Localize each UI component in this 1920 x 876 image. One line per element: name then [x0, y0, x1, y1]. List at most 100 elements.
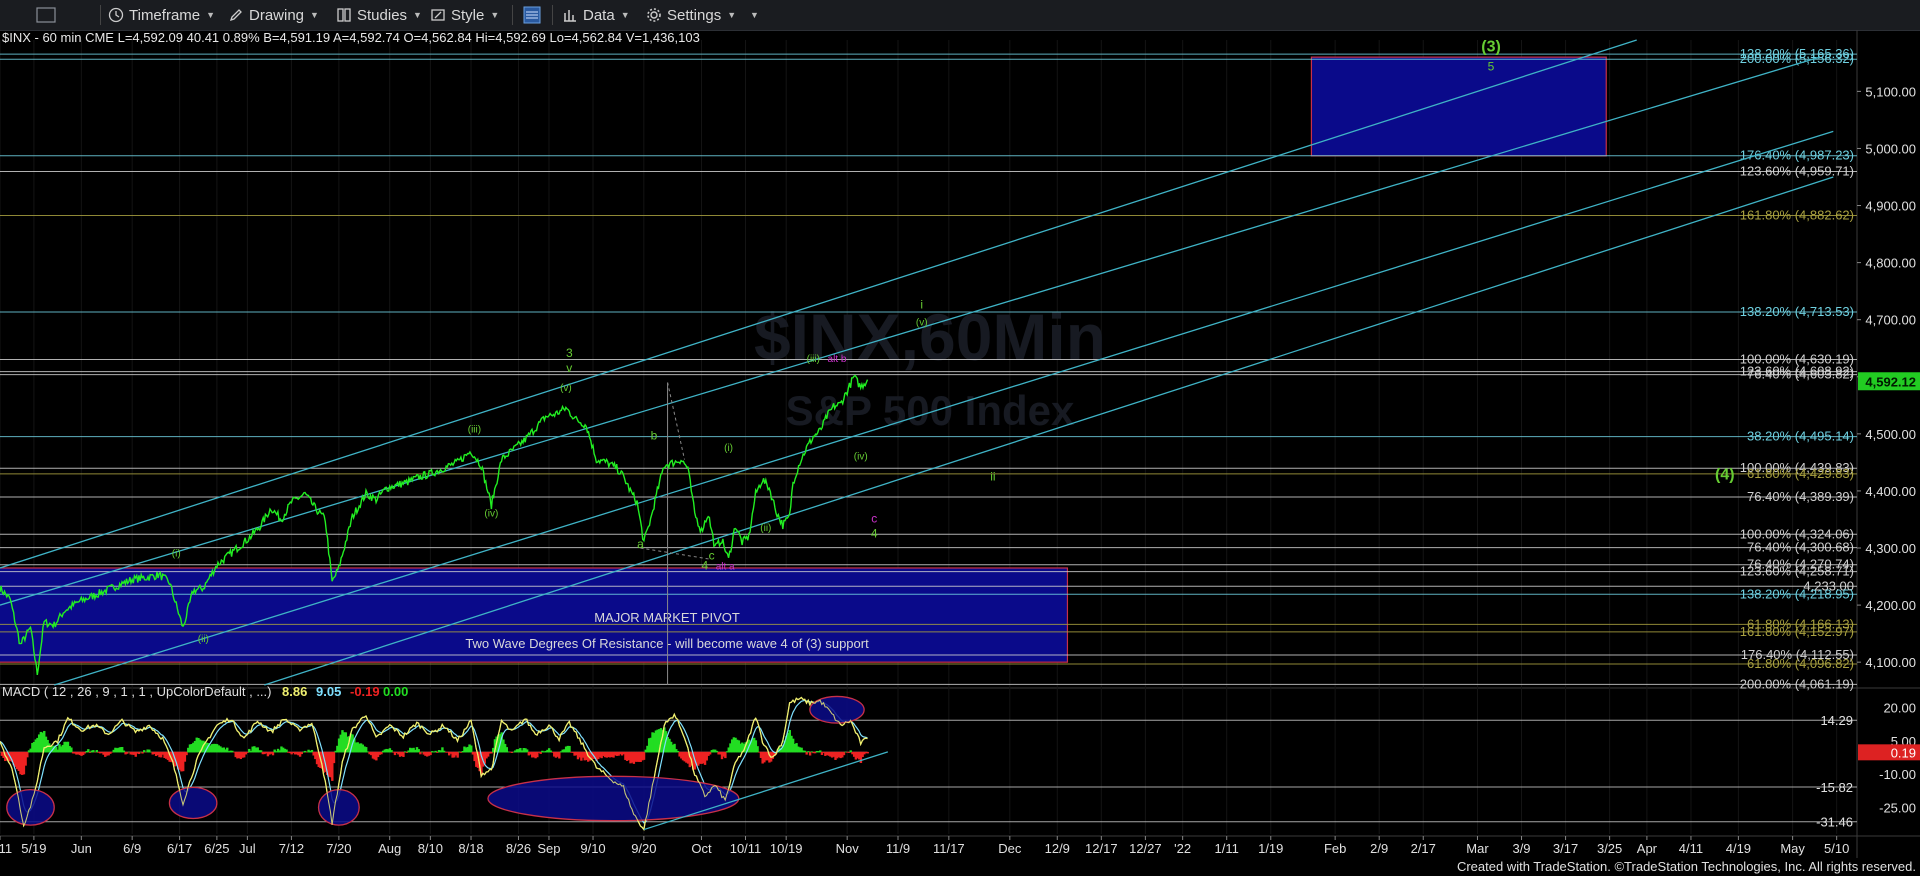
x-tick-label: 11/17	[933, 841, 965, 856]
wave-label: (ii)	[198, 634, 209, 645]
wave-label: c	[871, 511, 877, 525]
chart-canvas[interactable]: $INX,60Min S&P 500 Index MAJOR MARKET PI…	[0, 30, 1920, 858]
more-options-button[interactable]: ▼	[744, 4, 759, 26]
x-tick-label: Feb	[1324, 841, 1346, 856]
x-tick-label: 6/25	[204, 841, 229, 856]
drawing-label: Drawing	[249, 6, 305, 24]
fib-label: 138.20% (5,165.36)	[1740, 46, 1854, 61]
drawing-button[interactable]: Drawing ▼	[228, 4, 319, 26]
symbol-info-line: $INX - 60 min CME L=4,592.09 40.41 0.89%…	[2, 30, 700, 45]
macd-histogram-bar	[808, 751, 812, 756]
x-tick-label: 3/25	[1597, 841, 1622, 856]
chevron-down-icon: ▼	[206, 10, 216, 20]
macd-ref-label: -15.82	[1816, 780, 1853, 795]
macd-zero-value: 0.00	[383, 684, 408, 699]
y-tick-label: 4,400.00	[1865, 484, 1916, 499]
x-tick-label: 9/20	[631, 841, 656, 856]
x-tick-label: 10/11	[730, 841, 762, 856]
x-tick-label: 9/10	[580, 841, 605, 856]
macd-line	[0, 696, 868, 832]
footer-credit: Created with TradeStation. ©TradeStation…	[1456, 859, 1916, 874]
x-tick-label: 12/27	[1129, 841, 1162, 856]
x-tick-label: 10/19	[770, 841, 803, 856]
macd-histogram-bar	[70, 747, 73, 753]
wave-label: ii	[990, 470, 995, 484]
macd-histogram-bar	[456, 751, 459, 758]
wave-label: (v)	[916, 317, 928, 328]
x-tick-label: Dec	[998, 841, 1022, 856]
zone-label: MAJOR MARKET PIVOT	[594, 610, 740, 625]
fib-label: 76.40% (4,603.82)	[1747, 367, 1854, 382]
macd-histogram-bar	[417, 749, 420, 753]
x-tick-label: 3/9	[1512, 841, 1530, 856]
x-tick-label: Mar	[1466, 841, 1489, 856]
chevron-down-icon: ▼	[620, 10, 630, 20]
studies-label: Studies	[357, 6, 408, 24]
wave-label: (ii)	[760, 523, 771, 534]
x-tick-label: 6/9	[123, 841, 141, 856]
x-tick-label: Aug	[378, 841, 401, 856]
window-menu-icon[interactable]	[36, 4, 56, 26]
wave-label: 5	[1488, 59, 1495, 73]
wave-label: (iv)	[484, 509, 498, 520]
macd-histogram-bar	[505, 747, 509, 753]
y-tick-label: 4,700.00	[1865, 313, 1916, 328]
wave-label: b	[651, 429, 658, 443]
macd-y-tick-label: -25.00	[1879, 800, 1916, 815]
x-tick-label: Sep	[537, 841, 560, 856]
wave-label: a	[637, 537, 644, 551]
macd-signal-line	[0, 699, 868, 824]
gear-icon	[647, 8, 661, 22]
macd-diff-value: -0.19	[350, 684, 380, 699]
x-tick-label: Oct	[691, 841, 712, 856]
price-axis: 4,100.00 4,200.00 4,300.00 4,400.00 4,500.00…	[1857, 84, 1920, 670]
x-tick-label: 3/17	[1553, 841, 1578, 856]
toolbar-divider	[100, 5, 101, 25]
macd-histogram-bar	[26, 751, 29, 758]
x-tick-label: 1/19	[1258, 841, 1283, 856]
chevron-down-icon: ▼	[413, 10, 422, 20]
settings-button[interactable]: Settings ▼	[646, 4, 736, 26]
footer: Created with TradeStation. ©TradeStation…	[0, 858, 1920, 876]
macd-ref-label: 14.29	[1820, 713, 1853, 728]
style-button[interactable]: Style ▼	[430, 4, 499, 26]
x-tick-label: Apr	[1637, 841, 1658, 856]
wave-label: 3	[566, 346, 573, 360]
studies-button[interactable]: Studies ▼	[336, 4, 422, 26]
x-tick-label: 11/9	[886, 841, 910, 856]
wave-label: v	[566, 361, 572, 375]
bar-chart-icon	[564, 10, 576, 22]
x-tick-label: 6/17	[167, 841, 192, 856]
x-tick-label: 8/18	[458, 841, 483, 856]
macd-histogram-bar	[470, 745, 473, 753]
fib-label: 61.80% (4,429.83)	[1747, 466, 1854, 481]
x-tick-label: 7/20	[326, 841, 351, 856]
x-tick-label: '22	[1174, 841, 1191, 856]
macd-histogram-bar	[756, 746, 759, 753]
fib-label: 61.80% (4,096.82)	[1747, 656, 1854, 671]
x-tick-label: Nov	[836, 841, 860, 856]
x-tick-label: 12/9	[1045, 841, 1070, 856]
x-tick-label: 1/11	[1215, 841, 1239, 856]
wave-label: i	[920, 297, 923, 311]
x-tick-label: 5/11	[0, 841, 12, 856]
data-button[interactable]: Data ▼	[562, 4, 630, 26]
pencil-icon	[229, 9, 242, 22]
time-axis: 5/11 5/19 Jun 6/9 6/17 6/25 Jul 7/12 7/20 Aug 8/10…	[0, 836, 1849, 856]
timeframe-button[interactable]: Timeframe ▼	[108, 4, 215, 26]
wave-label: (i)	[172, 549, 181, 560]
y-tick-label: 4,100.00	[1865, 655, 1916, 670]
layout-button[interactable]	[522, 4, 542, 26]
last-price-label: 4,592.12	[1865, 374, 1916, 389]
y-tick-label: 4,300.00	[1865, 541, 1916, 556]
y-tick-label: 4,200.00	[1865, 598, 1916, 613]
divergence-ellipse	[317, 788, 360, 826]
data-label: Data	[583, 6, 615, 24]
macd-histogram-bar	[271, 751, 275, 756]
x-tick-label: 4/11	[1679, 841, 1703, 856]
toolbar-divider	[552, 5, 553, 25]
fib-label: 123.60% (4,959.71)	[1740, 163, 1854, 178]
divergence-ellipse	[168, 786, 218, 820]
dashed-wave-line	[667, 382, 686, 460]
macd-signal-value: 9.05	[316, 684, 341, 699]
